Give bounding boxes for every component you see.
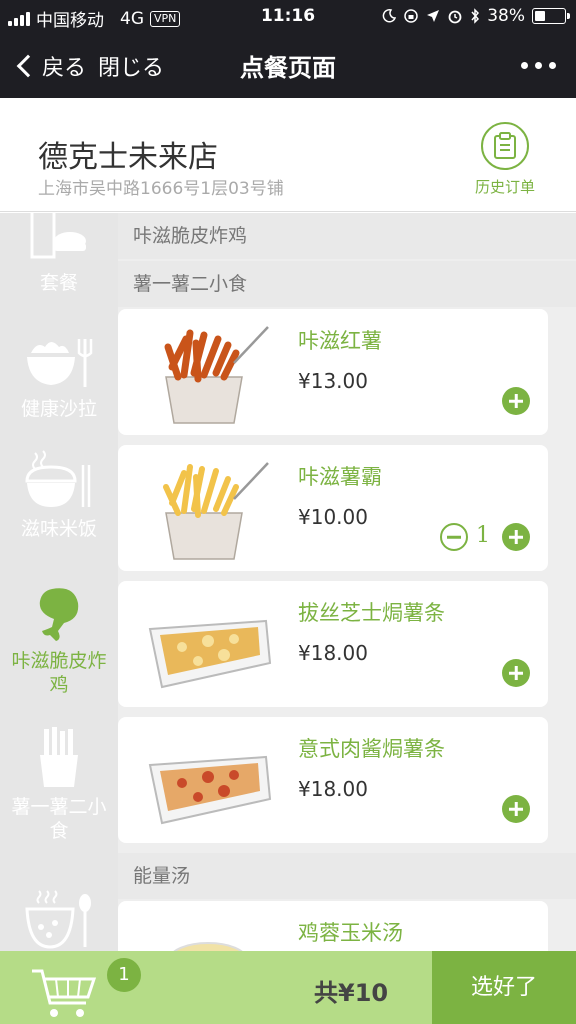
store-address: 上海市吴中路1666号1层03号铺: [38, 179, 284, 199]
page-title: 点餐页面: [240, 54, 336, 82]
alarm-icon: [448, 10, 462, 24]
item-name: 咔滋红薯: [298, 329, 382, 353]
add-button[interactable]: [502, 387, 530, 415]
menu-item-card[interactable]: 咔滋红薯 ¥13.00: [118, 309, 548, 435]
nav-bar: 戻る 閉じる 点餐页面: [0, 34, 576, 98]
history-orders-label: 历史订单: [474, 178, 535, 196]
french-fries-image: [163, 462, 269, 560]
shopping-cart-icon: [32, 969, 97, 1017]
cart-count-badge: 1: [104, 955, 144, 995]
add-button[interactable]: [502, 795, 530, 823]
sidebar-item-combo[interactable]: 套餐: [0, 213, 118, 295]
location-icon: [427, 10, 440, 22]
sidebar-item-soup[interactable]: [0, 889, 118, 951]
sidebar-item-rice[interactable]: 滋味米饭: [0, 449, 118, 541]
cheese-baked-fries-image: [148, 619, 272, 689]
add-button[interactable]: [502, 523, 530, 551]
checkout-button[interactable]: 选好了: [432, 951, 576, 1024]
status-right: 38%: [382, 6, 570, 26]
item-name: 鸡蓉玉米汤: [298, 921, 403, 945]
sidebar-item-snacks[interactable]: 薯一薯二小 食: [0, 727, 118, 843]
sidebar-item-label-cont: 食: [49, 820, 69, 842]
store-name: 德克士未来店: [38, 140, 218, 175]
clipboard-icon: [481, 122, 529, 170]
bolognese-baked-fries-image: [148, 755, 272, 825]
item-name: 意式肉酱焗薯条: [298, 737, 445, 761]
sidebar-item-label: 滋味米饭: [20, 518, 97, 540]
menu-list: 咔滋脆皮炸鸡 薯一薯二小食 咔滋红薯 ¥13.00 咔滋薯霸 ¥10.00 1 …: [118, 213, 576, 951]
item-price: ¥18.00: [298, 777, 368, 801]
sidebar-item-crispy-chicken[interactable]: 咔滋脆皮炸 鸡: [0, 585, 118, 697]
remove-button[interactable]: [440, 523, 468, 551]
section-header: 能量汤: [118, 853, 576, 899]
combo-meal-icon: [30, 213, 86, 259]
rice-bowl-icon: [25, 450, 91, 507]
cart-button[interactable]: 1: [30, 955, 144, 1021]
item-name: 咔滋薯霸: [298, 465, 382, 489]
sidebar-item-salad[interactable]: 健康沙拉: [0, 333, 118, 421]
rotation-lock-icon: [404, 9, 418, 23]
chicken-drumstick-icon: [39, 588, 79, 641]
fries-icon: [40, 727, 78, 787]
status-bar: 中国移动 4G VPN 11:16 38%: [0, 0, 576, 34]
menu-item-card[interactable]: 拔丝芝士焗薯条 ¥18.00: [118, 581, 548, 707]
menu-item-card[interactable]: 咔滋薯霸 ¥10.00 1: [118, 445, 548, 571]
item-price: ¥13.00: [298, 369, 368, 393]
category-sidebar: 套餐 健康沙拉 滋味米饭 咔滋脆皮炸 鸡 薯一薯二小 食: [0, 213, 118, 951]
item-price: ¥18.00: [298, 641, 368, 665]
section-header: 薯一薯二小食: [118, 261, 576, 307]
sidebar-item-label: 咔滋脆皮炸: [11, 650, 107, 672]
sidebar-item-label: 套餐: [39, 272, 78, 294]
sidebar-item-label: 薯一薯二小: [11, 796, 107, 818]
sidebar-item-label-cont: 鸡: [49, 674, 69, 696]
salad-bowl-icon: [27, 339, 93, 387]
store-header: 德克士未来店 上海市吴中路1666号1层03号铺 历史订单: [0, 98, 576, 212]
battery-percent: 38%: [487, 6, 525, 26]
menu-item-card[interactable]: 鸡蓉玉米汤: [118, 901, 548, 951]
moon-icon: [382, 9, 397, 23]
item-quantity: 1: [476, 523, 490, 548]
item-price: ¥10.00: [298, 505, 368, 529]
corn-soup-image: [173, 942, 243, 951]
add-button[interactable]: [502, 659, 530, 687]
more-options-icon[interactable]: [521, 62, 556, 69]
history-orders-button[interactable]: 历史订单: [470, 122, 540, 197]
section-header: 咔滋脆皮炸鸡: [118, 213, 576, 259]
cart-total: 共¥10: [314, 979, 389, 1007]
item-name: 拔丝芝士焗薯条: [298, 601, 445, 625]
battery-icon: [532, 8, 570, 24]
sweet-potato-fries-image: [164, 326, 269, 424]
sidebar-item-label: 健康沙拉: [20, 398, 97, 420]
soup-icon: [25, 890, 91, 949]
menu-item-card[interactable]: 意式肉酱焗薯条 ¥18.00: [118, 717, 548, 843]
cart-bar: 1 共¥10 选好了: [0, 951, 576, 1024]
bluetooth-icon: [471, 8, 480, 24]
